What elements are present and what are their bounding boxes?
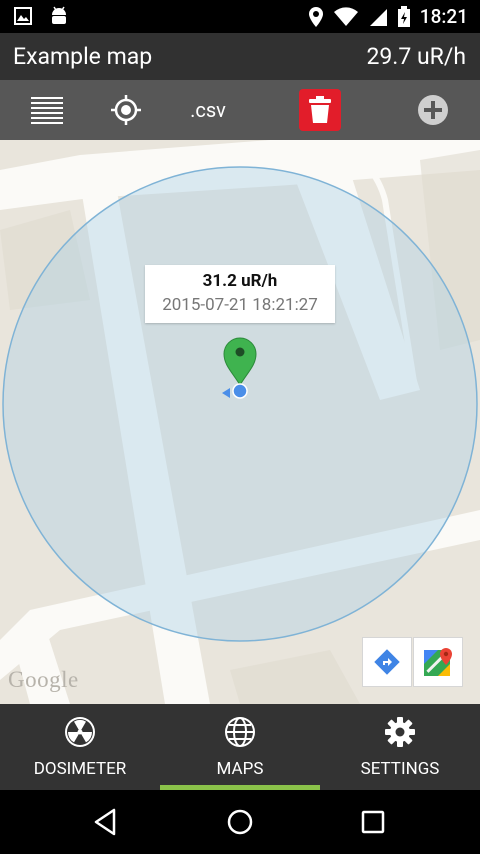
tab-label: SETTINGS: [360, 759, 440, 779]
trash-icon: [309, 96, 331, 123]
home-icon[interactable]: [224, 806, 256, 838]
app-header: Example map 29.7 uR/h: [0, 33, 480, 80]
system-navigation-bar: [0, 790, 480, 854]
directions-button[interactable]: [362, 637, 412, 687]
list-button[interactable]: [22, 80, 72, 140]
map-canvas: [0, 140, 480, 704]
wifi-icon: [333, 6, 358, 26]
battery-icon: [397, 5, 410, 27]
google-attribution: Google: [8, 667, 79, 692]
crosshair-icon: [111, 95, 141, 125]
tab-label: DOSIMETER: [33, 759, 127, 779]
gear-icon: [385, 717, 415, 747]
add-button[interactable]: [413, 80, 453, 140]
current-dose-rate: 29.7 uR/h: [366, 43, 466, 70]
page-title: Example map: [13, 43, 153, 70]
map-view[interactable]: 31.2 uR/h 2015-07-21 18:21:27 Google: [0, 140, 480, 704]
my-location-button[interactable]: [103, 80, 149, 140]
recents-icon[interactable]: [357, 806, 389, 838]
android-icon: [52, 6, 66, 24]
globe-icon: [225, 717, 255, 747]
reading-info-window[interactable]: 31.2 uR/h 2015-07-21 18:21:27: [145, 265, 335, 323]
cell-signal-icon: [369, 8, 387, 26]
clock: 18:21: [419, 5, 468, 28]
map-toolbar: .csv: [0, 80, 480, 140]
popup-value: 31.2 uR/h: [202, 271, 278, 291]
open-in-google-maps-button[interactable]: [413, 637, 463, 687]
delete-button[interactable]: [299, 89, 341, 131]
accuracy-circle: [2, 166, 478, 642]
tab-settings[interactable]: SETTINGS: [320, 704, 480, 790]
popup-timestamp: 2015-07-21 18:21:27: [162, 295, 318, 315]
list-icon: [31, 97, 63, 124]
status-bar: 18:21: [0, 0, 480, 33]
back-icon[interactable]: [90, 806, 122, 838]
location-icon: [308, 6, 323, 27]
add-circle-icon: [418, 95, 448, 125]
bottom-navigation: DOSIMETER MAPS SETTINGS: [0, 704, 480, 790]
tab-maps[interactable]: MAPS: [160, 704, 320, 790]
directions-icon: [374, 649, 400, 675]
tab-label: MAPS: [216, 759, 264, 779]
google-maps-icon: [424, 648, 452, 676]
tab-dosimeter[interactable]: DOSIMETER: [0, 704, 160, 790]
image-icon: [14, 7, 32, 25]
radiation-icon: [65, 717, 95, 747]
csv-export-button[interactable]: .csv: [180, 80, 236, 140]
